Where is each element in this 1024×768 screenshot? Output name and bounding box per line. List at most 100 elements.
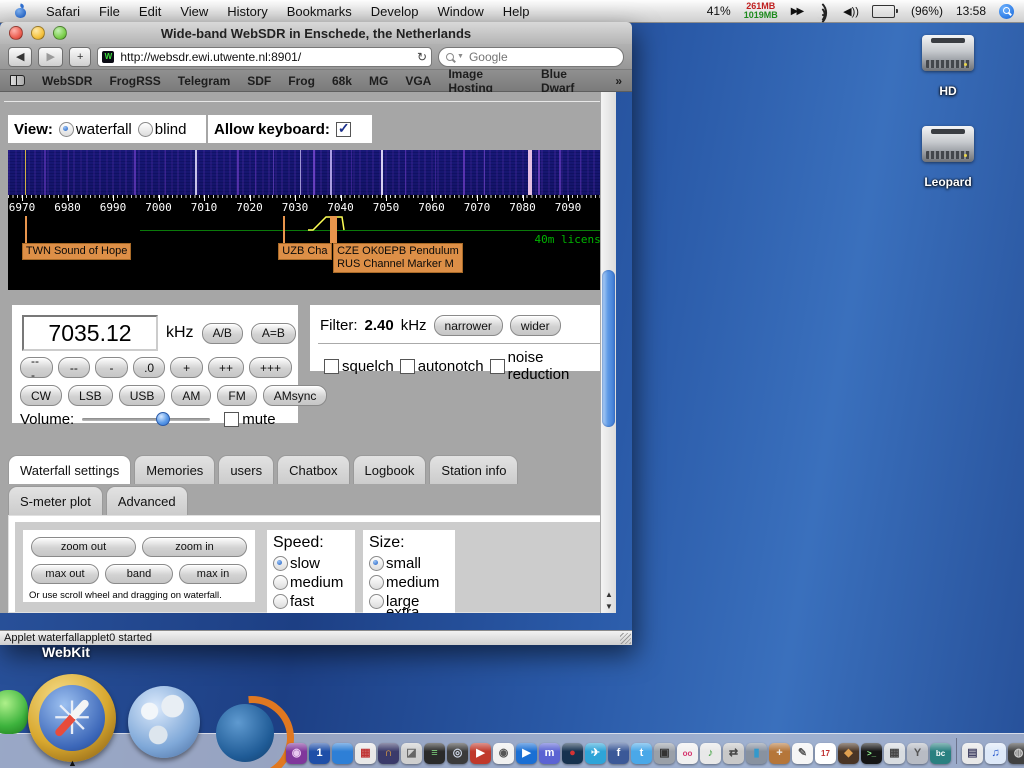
checkbox-noise-reduction[interactable] xyxy=(489,358,505,374)
speed-radio-fast[interactable] xyxy=(273,594,288,609)
webkit-safari-icon[interactable]: ✳ xyxy=(28,674,116,762)
add-bookmark-button[interactable]: + xyxy=(68,46,92,67)
frequency-scale[interactable]: 6970 6980 6990 7000 7010 7020 7030 7040 7050 7060… xyxy=(8,195,610,216)
step-button-m[interactable]: - xyxy=(95,357,128,378)
bookmarks-overflow-chevron[interactable]: » xyxy=(615,74,622,88)
drive-icon-leopard[interactable] xyxy=(922,126,974,162)
volume-icon[interactable]: ◀)) xyxy=(843,5,859,18)
step-button-p[interactable]: + xyxy=(170,357,203,378)
search-input[interactable] xyxy=(466,48,626,65)
drive-label-hd[interactable]: HD xyxy=(903,84,993,98)
button-band[interactable]: band xyxy=(105,564,173,584)
step-button-dot0[interactable]: .0 xyxy=(132,357,166,378)
volume-slider[interactable] xyxy=(82,412,211,426)
waterfall-spectrogram[interactable] xyxy=(8,150,610,195)
menu-item-bookmarks[interactable]: Bookmarks xyxy=(287,4,352,19)
audio-rack-icon[interactable]: ≡ xyxy=(424,743,445,764)
mode-button-cw[interactable]: CW xyxy=(20,385,62,406)
volume-slider-knob[interactable] xyxy=(155,412,170,426)
bookmark-mg[interactable]: MG xyxy=(369,74,388,88)
vertical-scrollbar-thumb[interactable] xyxy=(602,270,615,427)
step-button-pp[interactable]: ++ xyxy=(207,357,244,378)
film-player-icon[interactable]: ▶ xyxy=(470,743,491,764)
menu-item-history[interactable]: History xyxy=(227,4,267,19)
back-button[interactable]: ◀ xyxy=(8,46,33,67)
drive-icon-hd[interactable] xyxy=(922,35,974,71)
button-max-out[interactable]: max out xyxy=(31,564,99,584)
drive-label-leopard[interactable]: Leopard xyxy=(903,175,993,189)
globe-browser-icon[interactable] xyxy=(128,686,200,758)
bookmark-vga[interactable]: VGA xyxy=(405,74,431,88)
calculator-icon[interactable]: ▦ xyxy=(884,743,905,764)
tab-waterfall-settings[interactable]: Waterfall settings xyxy=(8,455,132,484)
bookmark-websdr[interactable]: WebSDR xyxy=(42,74,92,88)
url-input[interactable] xyxy=(118,48,413,65)
url-field[interactable]: W ↻ xyxy=(97,46,432,67)
menu-item-window[interactable]: Window xyxy=(437,4,483,19)
spotlight-icon[interactable] xyxy=(999,3,1014,19)
window-title-bar[interactable]: Wide-band WebSDR in Enschede, the Nether… xyxy=(0,22,632,45)
bookmark-frog[interactable]: Frog xyxy=(288,74,315,88)
resize-grip[interactable] xyxy=(620,633,631,644)
tab-advanced[interactable]: Advanced xyxy=(105,486,188,515)
button-zoom-in[interactable]: zoom in xyxy=(142,537,247,557)
search-dropdown-icon[interactable]: ▼ xyxy=(457,53,464,60)
battery-icon[interactable] xyxy=(871,4,898,18)
hammer-icon[interactable]: ◆ xyxy=(838,743,859,764)
flickr-icon[interactable]: oo xyxy=(677,743,698,764)
apple-menu-icon[interactable] xyxy=(14,2,27,18)
menu-item-file[interactable]: File xyxy=(99,4,120,19)
size-radio-small[interactable] xyxy=(369,556,384,571)
mode-button-am[interactable]: AM xyxy=(171,385,212,406)
clock[interactable]: 13:58 xyxy=(956,4,986,18)
blue-sphere-icon[interactable] xyxy=(332,743,353,764)
search-field[interactable]: ▼ xyxy=(438,46,626,67)
reload-icon[interactable]: ↻ xyxy=(417,50,427,64)
step-button-ppp[interactable]: +++ xyxy=(248,357,293,378)
tab-logbook[interactable]: Logbook xyxy=(352,455,427,484)
tools-icon[interactable]: + xyxy=(769,743,790,764)
size-radio-large[interactable] xyxy=(369,594,384,609)
mute-checkbox[interactable] xyxy=(224,412,240,427)
terminal-icon[interactable]: >_ xyxy=(861,743,882,764)
lens-icon[interactable]: ◎ xyxy=(447,743,468,764)
mode-button-fm[interactable]: FM xyxy=(217,385,257,406)
speed-radio-medium[interactable] xyxy=(273,575,288,590)
video-recorder-icon[interactable]: ● xyxy=(562,743,583,764)
waterfall-applet[interactable]: 6970 6980 6990 7000 7010 7020 7030 7040 7050 7060… xyxy=(8,150,610,290)
step-button-mm[interactable]: -- xyxy=(57,357,91,378)
calendar-icon[interactable]: 17 xyxy=(815,743,836,764)
bookmark-blue-dwarf[interactable]: Blue Dwarf xyxy=(541,67,598,95)
vertical-scrollbar[interactable]: ▲ ▼ xyxy=(600,92,616,613)
mode-button-usb[interactable]: USB xyxy=(118,385,166,406)
bookmark-telegram[interactable]: Telegram xyxy=(178,74,230,88)
station-annotation-area[interactable]: 40m licensed TWN Sound of Hope UZB Cha CZE… xyxy=(8,216,610,290)
itunes-icon[interactable]: ♪ xyxy=(700,743,721,764)
links-browser-icon[interactable]: ◉ xyxy=(286,743,307,764)
checkbox-autonotch[interactable] xyxy=(399,358,415,374)
fan-icon[interactable]: Y xyxy=(907,743,928,764)
tv-test-pattern-icon[interactable]: ▦ xyxy=(355,743,376,764)
tab-memories[interactable]: Memories xyxy=(134,455,216,484)
audio-hijack-icon[interactable]: ∩ xyxy=(378,743,399,764)
a-equals-b-button[interactable]: A=B xyxy=(250,322,296,344)
wifi-icon[interactable] xyxy=(812,2,833,23)
floppy-save-icon[interactable]: ▤ xyxy=(962,743,983,764)
allow-keyboard-checkbox[interactable] xyxy=(335,120,351,137)
treble-clef-icon[interactable]: ♫ xyxy=(985,743,1006,764)
play-menu-icon[interactable]: ▶▶ xyxy=(791,6,804,17)
bomb-icon[interactable]: ◍ xyxy=(1008,743,1024,764)
wider-button[interactable]: wider xyxy=(509,315,561,336)
menu-item-view[interactable]: View xyxy=(180,4,208,19)
quicktime-play-icon[interactable]: ▶ xyxy=(516,743,537,764)
mastodon-icon[interactable]: m xyxy=(539,743,560,764)
mode-button-amsync[interactable]: AMsync xyxy=(262,385,328,406)
bookmark-frogrss[interactable]: FrogRSS xyxy=(109,74,160,88)
bookmark-sdf[interactable]: SDF xyxy=(247,74,271,88)
button-max-in[interactable]: max in xyxy=(179,564,247,584)
bc-icon[interactable]: bc xyxy=(930,743,951,764)
view-radio-blind[interactable] xyxy=(137,121,153,137)
camera-icon[interactable]: ▣ xyxy=(654,743,675,764)
ab-button[interactable]: A/B xyxy=(201,322,243,344)
telegram-icon[interactable]: ✈ xyxy=(585,743,606,764)
